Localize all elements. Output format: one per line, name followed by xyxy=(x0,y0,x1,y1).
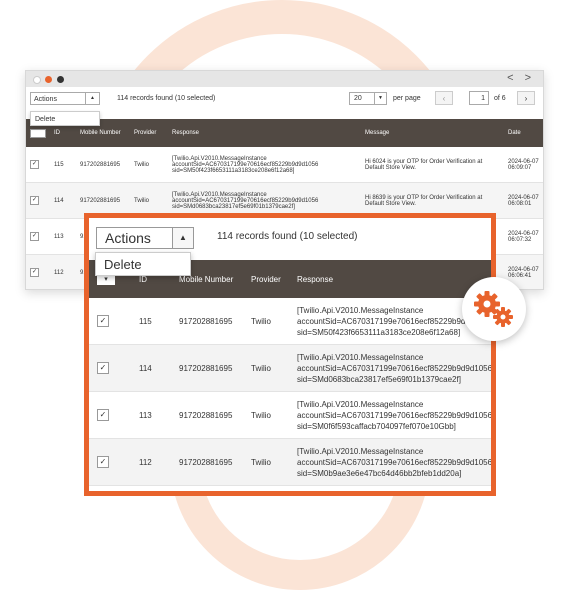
table-row: ✓ 114 917202881695 Twilio [Twilio.Api.V2… xyxy=(89,344,491,392)
column-header-date[interactable]: Date xyxy=(504,119,543,147)
cell-mobile: 917202881695 xyxy=(171,391,243,439)
cell-id: 114 xyxy=(50,182,76,219)
cell-id: 114 xyxy=(131,344,171,392)
column-header-provider[interactable]: Provider xyxy=(243,260,289,298)
row-checkbox[interactable]: ✓ xyxy=(89,298,131,345)
cell-mobile: 917202881695 xyxy=(171,344,243,392)
cell-mobile: 917202881695 xyxy=(171,298,243,345)
row-checkbox[interactable]: ✓ xyxy=(89,391,131,439)
window-titlebar: < > xyxy=(26,71,543,87)
cell-provider: Twilio xyxy=(243,344,289,392)
cell-provider: Twilio xyxy=(130,147,168,183)
table-row: ✓ 112 917202881695 Twilio [Twilio.Api.V2… xyxy=(89,438,491,486)
delete-action[interactable]: Delete xyxy=(35,116,55,123)
actions-dropdown-menu: Delete xyxy=(30,111,100,126)
cell-id: 115 xyxy=(131,298,171,345)
caret-up-icon: ▲ xyxy=(172,228,193,248)
table-header-row: ▾ ID Mobile Number Provider Response Mes… xyxy=(26,119,543,147)
cell-message: Hi 6024 is your OTP for Order Verificati… xyxy=(361,147,504,183)
actions-dropdown-menu-zoom: Delete xyxy=(95,252,191,276)
cell-response: [Twilio.Api.V2010.MessageInstance accoun… xyxy=(289,438,491,486)
cell-mobile: 917202881695 xyxy=(76,147,130,183)
gears-badge xyxy=(462,277,526,341)
cell-provider: Twilio xyxy=(243,438,289,486)
table-row: ✓ 115 917202881695 Twilio [Twilio.Api.V2… xyxy=(26,147,543,183)
prev-page-button[interactable]: ‹ xyxy=(435,91,453,105)
grid-toolbar: Actions ▲ 114 records found (10 selected… xyxy=(26,87,543,111)
table-row: ✓ 115 917202881695 Twilio [Twilio.Api.V2… xyxy=(89,298,491,345)
cell-id: 113 xyxy=(131,391,171,439)
gears-icon xyxy=(474,291,513,327)
window-dot-orange xyxy=(45,76,52,83)
next-page-button[interactable]: › xyxy=(517,91,535,105)
per-page-select[interactable]: 20 ▼ xyxy=(349,92,387,105)
actions-select-label: Actions xyxy=(105,230,151,246)
row-checkbox[interactable]: ✓ xyxy=(89,438,131,486)
zoom-callout: Actions ▲ 114 records found (10 selected… xyxy=(84,213,496,496)
cell-id: 112 xyxy=(131,438,171,486)
cell-response: [Twilio.Api.V2010.MessageInstance accoun… xyxy=(289,344,491,392)
caret-up-icon: ▲ xyxy=(85,93,99,104)
column-header-message[interactable]: Message xyxy=(361,119,504,147)
cell-date: 2024-06-07 06:08:01 xyxy=(504,182,543,219)
cell-provider: Twilio xyxy=(243,391,289,439)
cell-response: [Twilio.Api.V2010.MessageInstance accoun… xyxy=(168,147,361,183)
actions-select-zoom[interactable]: Actions ▲ xyxy=(96,227,194,249)
row-checkbox[interactable]: ✓ xyxy=(89,344,131,392)
window-dot-dark xyxy=(57,76,64,83)
cell-date: 2024-06-07 06:09:07 xyxy=(504,147,543,183)
delete-action-zoom[interactable]: Delete xyxy=(104,257,142,272)
row-checkbox[interactable]: ✓ xyxy=(26,182,50,219)
cell-response: [Twilio.Api.V2010.MessageInstance accoun… xyxy=(289,391,491,439)
nav-arrows-icon[interactable]: < > xyxy=(507,72,535,84)
cell-date: 2024-06-07 06:07:32 xyxy=(504,218,543,255)
page-input[interactable]: 1 xyxy=(469,91,489,105)
cell-id: 113 xyxy=(50,218,76,255)
column-header-response[interactable]: Response xyxy=(168,119,361,147)
caret-down-icon: ▼ xyxy=(374,93,386,104)
window-dot-white xyxy=(33,76,41,84)
cell-id: 115 xyxy=(50,147,76,183)
row-checkbox[interactable]: ✓ xyxy=(26,254,50,289)
records-count: 114 records found (10 selected) xyxy=(117,95,216,102)
actions-select[interactable]: Actions ▲ xyxy=(30,92,100,105)
actions-select-label: Actions xyxy=(34,96,57,103)
column-header-provider[interactable]: Provider xyxy=(130,119,168,147)
cell-mobile: 917202881695 xyxy=(171,438,243,486)
messages-table-zoom: ▾ ID Mobile Number Provider Response ✓ 1… xyxy=(89,260,491,486)
per-page-value: 20 xyxy=(354,95,362,102)
per-page-label: per page xyxy=(393,95,421,102)
page-of-label: of 6 xyxy=(494,95,506,102)
cell-provider: Twilio xyxy=(243,298,289,345)
table-row: ✓ 113 917202881695 Twilio [Twilio.Api.V2… xyxy=(89,391,491,439)
cell-id: 112 xyxy=(50,254,76,289)
row-checkbox[interactable]: ✓ xyxy=(26,147,50,183)
row-checkbox[interactable]: ✓ xyxy=(26,218,50,255)
records-count-zoom: 114 records found (10 selected) xyxy=(217,231,358,242)
